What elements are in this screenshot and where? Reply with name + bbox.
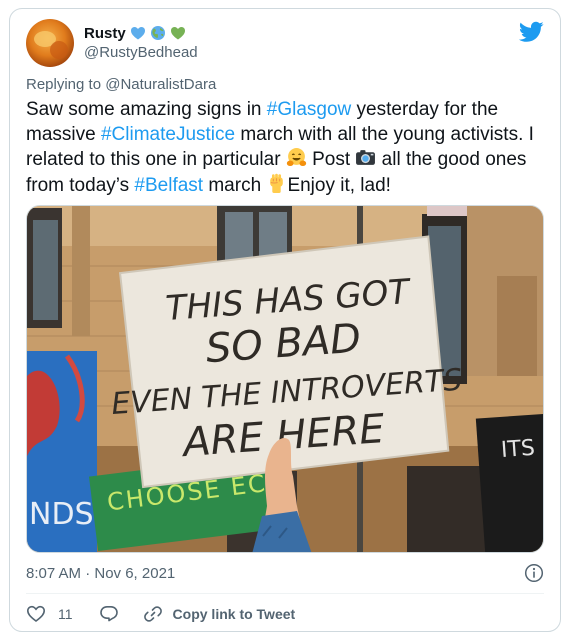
hugging-face-icon xyxy=(286,147,307,168)
like-count: 11 xyxy=(58,606,73,622)
text-segment: Saw some amazing signs in xyxy=(26,99,267,120)
info-icon[interactable] xyxy=(524,563,544,583)
tweet-timestamp[interactable]: 8:07 AM · Nov 6, 2021 xyxy=(26,565,175,582)
heart-icon xyxy=(26,605,46,623)
green-heart-icon xyxy=(170,25,186,41)
tweet-text: Saw some amazing signs in #Glasgow yeste… xyxy=(26,98,550,198)
text-segment: Enjoy it, lad! xyxy=(287,174,391,196)
reply-mention-link[interactable]: @NaturalistDara xyxy=(105,76,216,93)
earth-globe-icon xyxy=(150,25,166,41)
blue-heart-icon xyxy=(130,25,146,41)
replying-to-label: Replying to xyxy=(26,76,102,93)
camera-icon xyxy=(355,147,376,168)
replying-to: Replying to @NaturalistDara xyxy=(26,76,216,93)
tweet-actions: 11 Copy link to Tweet xyxy=(26,603,295,625)
avatar[interactable] xyxy=(26,19,74,67)
twitter-bird-icon[interactable] xyxy=(519,21,544,43)
user-handle[interactable]: @RustyBedhead xyxy=(84,44,198,61)
hashtag-glasgow[interactable]: #Glasgow xyxy=(267,99,352,120)
like-button[interactable]: 11 xyxy=(26,604,73,624)
tweet-card: Rusty @RustyBedhead Replying to @Natural… xyxy=(9,8,561,632)
display-name[interactable]: Rusty xyxy=(84,25,126,42)
raised-fist-icon xyxy=(266,173,287,194)
speech-bubble-icon xyxy=(99,606,118,622)
copy-link-button[interactable]: Copy link to Tweet xyxy=(143,604,296,624)
tweet-header: Rusty @RustyBedhead xyxy=(26,19,544,69)
tweet-photo[interactable]: NDS CHOOSE ECO ITS FU SS THIS HAS GOT SO… xyxy=(26,205,544,553)
reply-button[interactable] xyxy=(99,604,119,624)
copy-link-label: Copy link to Tweet xyxy=(172,606,296,622)
hashtag-belfast[interactable]: #Belfast xyxy=(134,175,203,196)
hashtag-climatejustice[interactable]: #ClimateJustice xyxy=(101,124,235,145)
left-sign-text: NDS xyxy=(29,497,94,532)
divider xyxy=(26,593,544,594)
text-segment: Post xyxy=(306,149,356,170)
text-segment: march xyxy=(203,174,267,196)
link-icon xyxy=(143,606,162,622)
user-info[interactable]: Rusty @RustyBedhead xyxy=(84,23,198,62)
